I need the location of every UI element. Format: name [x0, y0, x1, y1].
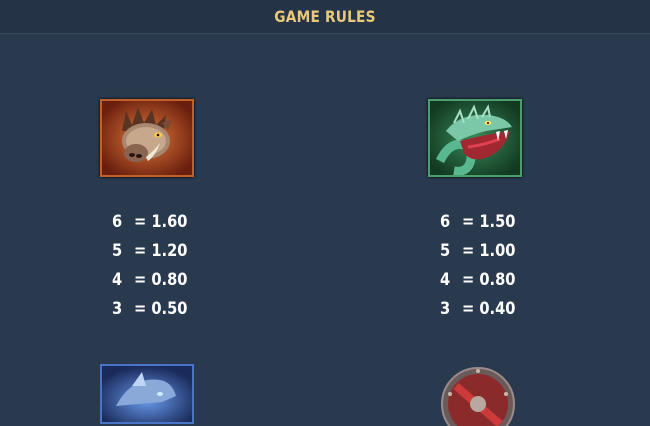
boar-icon	[100, 99, 194, 177]
payout-count: 5	[440, 241, 451, 261]
paytable-snake: 6 = 1.50 5 = 1.00 4 = 0.80 3 = 0.40	[440, 212, 550, 328]
payout-row: 5 = 1.20	[112, 241, 222, 270]
page-title: GAME RULES	[274, 7, 376, 26]
payout-value: = 1.60	[134, 212, 188, 232]
payout-row: 6 = 1.50	[440, 212, 550, 241]
payout-value: = 1.20	[134, 241, 188, 261]
payout-value: = 1.00	[462, 241, 516, 261]
payout-row: 6 = 1.60	[112, 212, 222, 241]
paytable-boar: 6 = 1.60 5 = 1.20 4 = 0.80 3 = 0.50	[112, 212, 222, 328]
payout-count: 3	[440, 299, 451, 319]
wolf-icon	[100, 364, 194, 424]
header-bar: GAME RULES	[0, 0, 650, 34]
payout-row: 4 = 0.80	[112, 270, 222, 299]
payout-value: = 0.80	[134, 270, 188, 290]
payout-count: 6	[440, 212, 451, 232]
payout-count: 5	[112, 241, 123, 261]
payout-count: 3	[112, 299, 123, 319]
payout-row: 3 = 0.40	[440, 299, 550, 328]
payout-value: = 0.40	[462, 299, 516, 319]
payout-row: 3 = 0.50	[112, 299, 222, 328]
payout-value: = 0.50	[134, 299, 188, 319]
shield-icon	[436, 366, 520, 426]
payout-value: = 0.80	[462, 270, 516, 290]
payout-row: 5 = 1.00	[440, 241, 550, 270]
payout-value: = 1.50	[462, 212, 516, 232]
payout-row: 4 = 0.80	[440, 270, 550, 299]
payout-count: 4	[440, 270, 451, 290]
payout-count: 4	[112, 270, 123, 290]
payout-count: 6	[112, 212, 123, 232]
snake-icon	[428, 99, 522, 177]
